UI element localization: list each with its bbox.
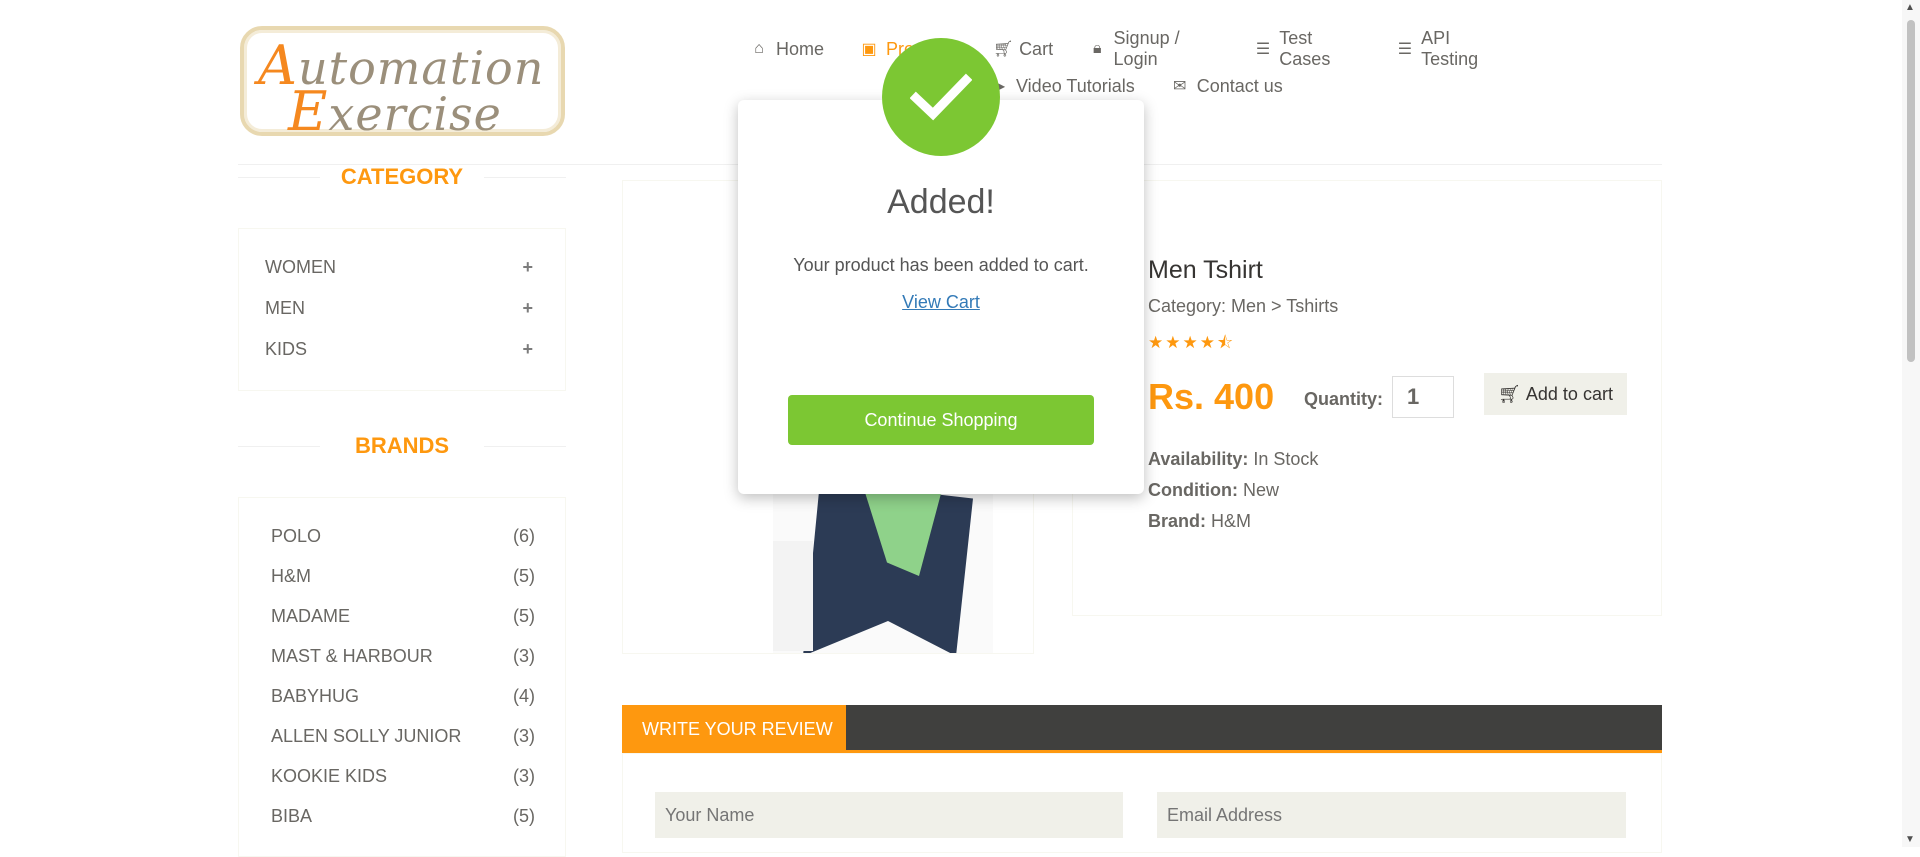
review-email-input[interactable] <box>1157 792 1626 838</box>
nav-video-tutorials[interactable]: ▶Video Tutorials <box>990 73 1135 99</box>
shopping-cart-icon: 🛒︎ <box>1498 383 1521 404</box>
category-kids[interactable]: KIDS + <box>265 339 533 360</box>
nav-test-cases[interactable]: ☰ Test Cases <box>1255 28 1361 69</box>
nav-contact-us[interactable]: ✉ Contact us <box>1171 73 1283 99</box>
continue-shopping-button[interactable]: Continue Shopping <box>788 395 1094 445</box>
brand: Brand: H&M <box>1148 511 1251 531</box>
nav-home[interactable]: ⌂ Home <box>750 36 824 62</box>
review-name-input[interactable] <box>655 792 1123 838</box>
nav-cart[interactable]: 🛒︎ Cart <box>993 36 1053 62</box>
modal-message: Your product has been added to cart. <box>793 255 1089 275</box>
brand-item[interactable]: BABYHUG (4) <box>271 686 535 707</box>
product-title: Men Tshirt <box>1148 256 1263 284</box>
star-icon: ★ <box>1165 333 1183 352</box>
nav-signup-login[interactable]: 🔒︎ Signup / Login <box>1089 28 1219 69</box>
star-half-icon: ⯪ <box>1217 333 1236 352</box>
product-price: Rs. 400 <box>1148 376 1275 417</box>
add-to-cart-button[interactable]: 🛒︎ Add to cart <box>1484 373 1627 415</box>
brand-item[interactable]: ALLEN SOLLY JUNIOR (3) <box>271 726 535 747</box>
brand-item[interactable]: KOOKIE KIDS (3) <box>271 766 535 787</box>
brand-item[interactable]: H&M (5) <box>271 566 535 587</box>
logo-line-2: Exercise <box>288 80 502 143</box>
quantity-label: Quantity: <box>1304 389 1383 409</box>
quantity-input[interactable] <box>1392 376 1454 418</box>
write-review-tab[interactable]: WRITE YOUR REVIEW <box>622 705 846 753</box>
star-icon: ★ <box>1199 333 1217 352</box>
envelope-icon: ✉ <box>1173 78 1187 95</box>
brand-item[interactable]: BIBA (5) <box>271 806 535 827</box>
briefcase-icon: ▣ <box>861 41 877 58</box>
nav-api-testing[interactable]: ☰ API Testing <box>1397 28 1504 69</box>
plus-icon[interactable]: + <box>522 298 533 319</box>
star-icon: ★ <box>1148 333 1166 352</box>
condition: Condition: New <box>1148 480 1279 500</box>
brand-item[interactable]: MAST & HARBOUR (3) <box>271 646 535 667</box>
rating-stars: ★★★★⯪ <box>1148 330 1235 359</box>
shopping-cart-icon: 🛒︎ <box>993 41 1014 58</box>
scrollbar-thumb[interactable] <box>1907 20 1915 362</box>
category-men[interactable]: MEN + <box>265 298 533 319</box>
category-women[interactable]: WOMEN + <box>265 257 533 278</box>
home-icon: ⌂ <box>754 40 764 57</box>
availability: Availability: In Stock <box>1148 449 1319 469</box>
category-heading: CATEGORY <box>238 164 566 190</box>
category-panel: WOMEN + MEN + KIDS + <box>238 228 566 391</box>
review-bar: WRITE YOUR REVIEW <box>622 705 1662 753</box>
success-check-icon <box>882 38 1000 156</box>
scroll-up-icon[interactable]: ▲ <box>1905 2 1915 13</box>
list-icon: ☰ <box>1255 41 1271 58</box>
site-logo[interactable]: Automation Exercise <box>240 26 565 143</box>
page-scrollbar[interactable]: ▲ ▼ <box>1902 0 1920 847</box>
plus-icon[interactable]: + <box>522 339 533 360</box>
brand-item[interactable]: MADAME (5) <box>271 606 535 627</box>
brands-panel: POLO (6) H&M (5) MADAME (5) MAST & HARBOUR(… <box>238 497 566 857</box>
view-cart-link[interactable]: View Cart <box>738 292 1144 313</box>
plus-icon[interactable]: + <box>522 257 533 278</box>
modal-title: Added! <box>887 183 995 221</box>
star-icon: ★ <box>1182 333 1200 352</box>
list-icon: ☰ <box>1397 41 1413 58</box>
brands-heading: BRANDS <box>238 433 566 459</box>
product-category: Category: Men > Tshirts <box>1148 296 1339 316</box>
scroll-down-icon[interactable]: ▼ <box>1905 834 1915 845</box>
brand-item[interactable]: POLO (6) <box>271 526 535 547</box>
lock-icon: 🔒︎ <box>1093 40 1102 57</box>
